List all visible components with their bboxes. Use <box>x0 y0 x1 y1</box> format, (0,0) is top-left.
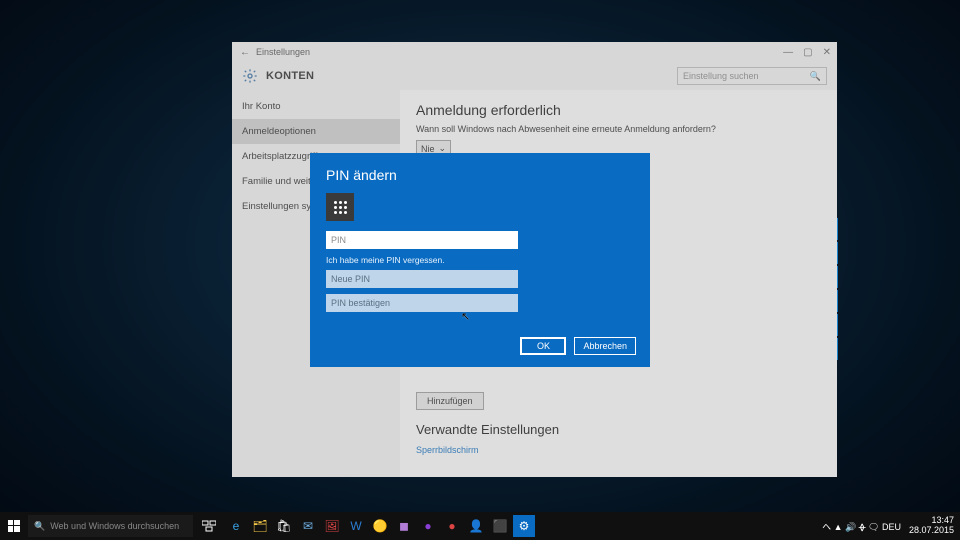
window-titlebar: ← Einstellungen — ▢ ✕ <box>232 42 837 62</box>
taskbar-app-chrome[interactable]: 🟡 <box>369 515 391 537</box>
taskbar-app-generic1[interactable]: ◼ <box>393 515 415 537</box>
cancel-button[interactable]: Abbrechen <box>574 337 636 355</box>
task-view-button[interactable] <box>197 512 221 540</box>
related-heading: Verwandte Einstellungen <box>416 422 821 437</box>
minimize-button[interactable]: — <box>783 47 793 58</box>
dialog-title: PIN ändern <box>326 167 634 183</box>
gear-icon <box>242 68 258 84</box>
section-title-signin: Anmeldung erforderlich <box>416 102 821 118</box>
new-pin-input[interactable] <box>326 270 518 288</box>
taskbar-app-word[interactable]: W <box>345 515 367 537</box>
clock-date: 28.07.2015 <box>909 526 954 536</box>
sidebar-item-signin-options[interactable]: Anmeldeoptionen <box>232 119 400 144</box>
dropdown-value: Nie <box>421 144 435 154</box>
taskbar-search-input[interactable]: 🔍 Web und Windows durchsuchen <box>28 515 193 537</box>
forgot-pin-link[interactable]: Ich habe meine PIN vergessen. <box>326 255 634 265</box>
confirm-pin-input[interactable] <box>326 294 518 312</box>
taskbar: 🔍 Web und Windows durchsuchen e 🗂 🛍 ✉ 🖼 … <box>0 512 960 540</box>
taskbar-app-explorer[interactable]: 🗂 <box>249 515 271 537</box>
taskbar-app-generic5[interactable]: ⬛ <box>489 515 511 537</box>
window-title: Einstellungen <box>256 47 310 57</box>
cursor-icon: ↖ <box>461 310 470 323</box>
ok-button[interactable]: OK <box>520 337 566 355</box>
taskbar-apps: e 🗂 🛍 ✉ 🖼 W 🟡 ◼ ● ● 👤 ⬛ ⚙ <box>221 515 535 537</box>
settings-header: KONTEN Einstellung suchen 🔍 <box>232 62 837 90</box>
taskbar-app-store[interactable]: 🛍 <box>273 515 295 537</box>
link-lockscreen[interactable]: Sperrbildschirm <box>416 445 821 455</box>
current-pin-input[interactable] <box>326 231 518 249</box>
section-text-signin: Wann soll Windows nach Abwesenheit eine … <box>416 124 821 134</box>
search-placeholder: Web und Windows durchsuchen <box>50 521 179 531</box>
add-button[interactable]: Hinzufügen <box>416 392 484 410</box>
start-button[interactable] <box>0 512 28 540</box>
system-tray[interactable]: ヘ ▲ 🔊 ᚖ 🗨 DEU 13:47 28.07.2015 <box>822 516 960 536</box>
maximize-button[interactable]: ▢ <box>803 47 812 58</box>
taskbar-app-generic4[interactable]: 👤 <box>465 515 487 537</box>
taskbar-app-generic2[interactable]: ● <box>417 515 439 537</box>
back-button[interactable]: ← <box>238 47 252 58</box>
pin-pad-icon <box>326 193 354 221</box>
search-icon: 🔍 <box>810 71 821 82</box>
pin-change-dialog: PIN ändern Ich habe meine PIN vergessen.… <box>310 153 650 367</box>
settings-search-input[interactable]: Einstellung suchen 🔍 <box>677 67 827 85</box>
close-button[interactable]: ✕ <box>823 47 831 58</box>
windows-logo-icon <box>8 520 20 532</box>
taskbar-app-mail[interactable]: ✉ <box>297 515 319 537</box>
taskbar-app-settings[interactable]: ⚙ <box>513 515 535 537</box>
tray-icons[interactable]: ヘ ▲ 🔊 ᚖ 🗨 DEU <box>822 520 901 533</box>
taskbar-app-edge[interactable]: e <box>225 515 247 537</box>
page-title: KONTEN <box>266 70 314 82</box>
search-placeholder: Einstellung suchen <box>683 71 759 81</box>
taskbar-clock[interactable]: 13:47 28.07.2015 <box>905 516 954 536</box>
sidebar-item-account[interactable]: Ihr Konto <box>232 94 400 119</box>
taskbar-app-generic3[interactable]: ● <box>441 515 463 537</box>
search-icon: 🔍 <box>34 521 45 532</box>
taskbar-app-photos[interactable]: 🖼 <box>321 515 343 537</box>
